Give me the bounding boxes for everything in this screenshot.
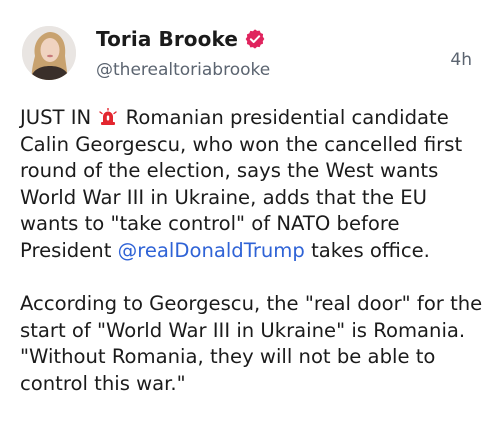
display-name[interactable]: Toria Brooke	[96, 27, 238, 51]
post-card: Toria Brooke @therealtoriabrooke 4h JUST…	[0, 0, 500, 426]
siren-icon	[99, 107, 118, 125]
post-text-lead: JUST IN	[20, 106, 92, 129]
post-paragraph-1: JUST IN Romanian presidential candidate …	[20, 105, 490, 265]
verified-badge-icon	[244, 28, 266, 50]
mention-link[interactable]: @realDonaldTrump	[118, 239, 305, 262]
post-header: Toria Brooke @therealtoriabrooke 4h	[22, 22, 480, 86]
post-paragraph-2: According to Georgescu, the "real door" …	[20, 292, 483, 395]
handle[interactable]: @therealtoriabrooke	[96, 60, 270, 80]
timestamp[interactable]: 4h	[450, 50, 472, 70]
avatar-image	[22, 26, 76, 80]
post-text-tail: takes office.	[311, 238, 430, 262]
avatar[interactable]	[22, 26, 76, 80]
name-row: Toria Brooke	[96, 27, 266, 51]
post-body: JUST IN Romanian presidential candidate …	[20, 105, 490, 398]
